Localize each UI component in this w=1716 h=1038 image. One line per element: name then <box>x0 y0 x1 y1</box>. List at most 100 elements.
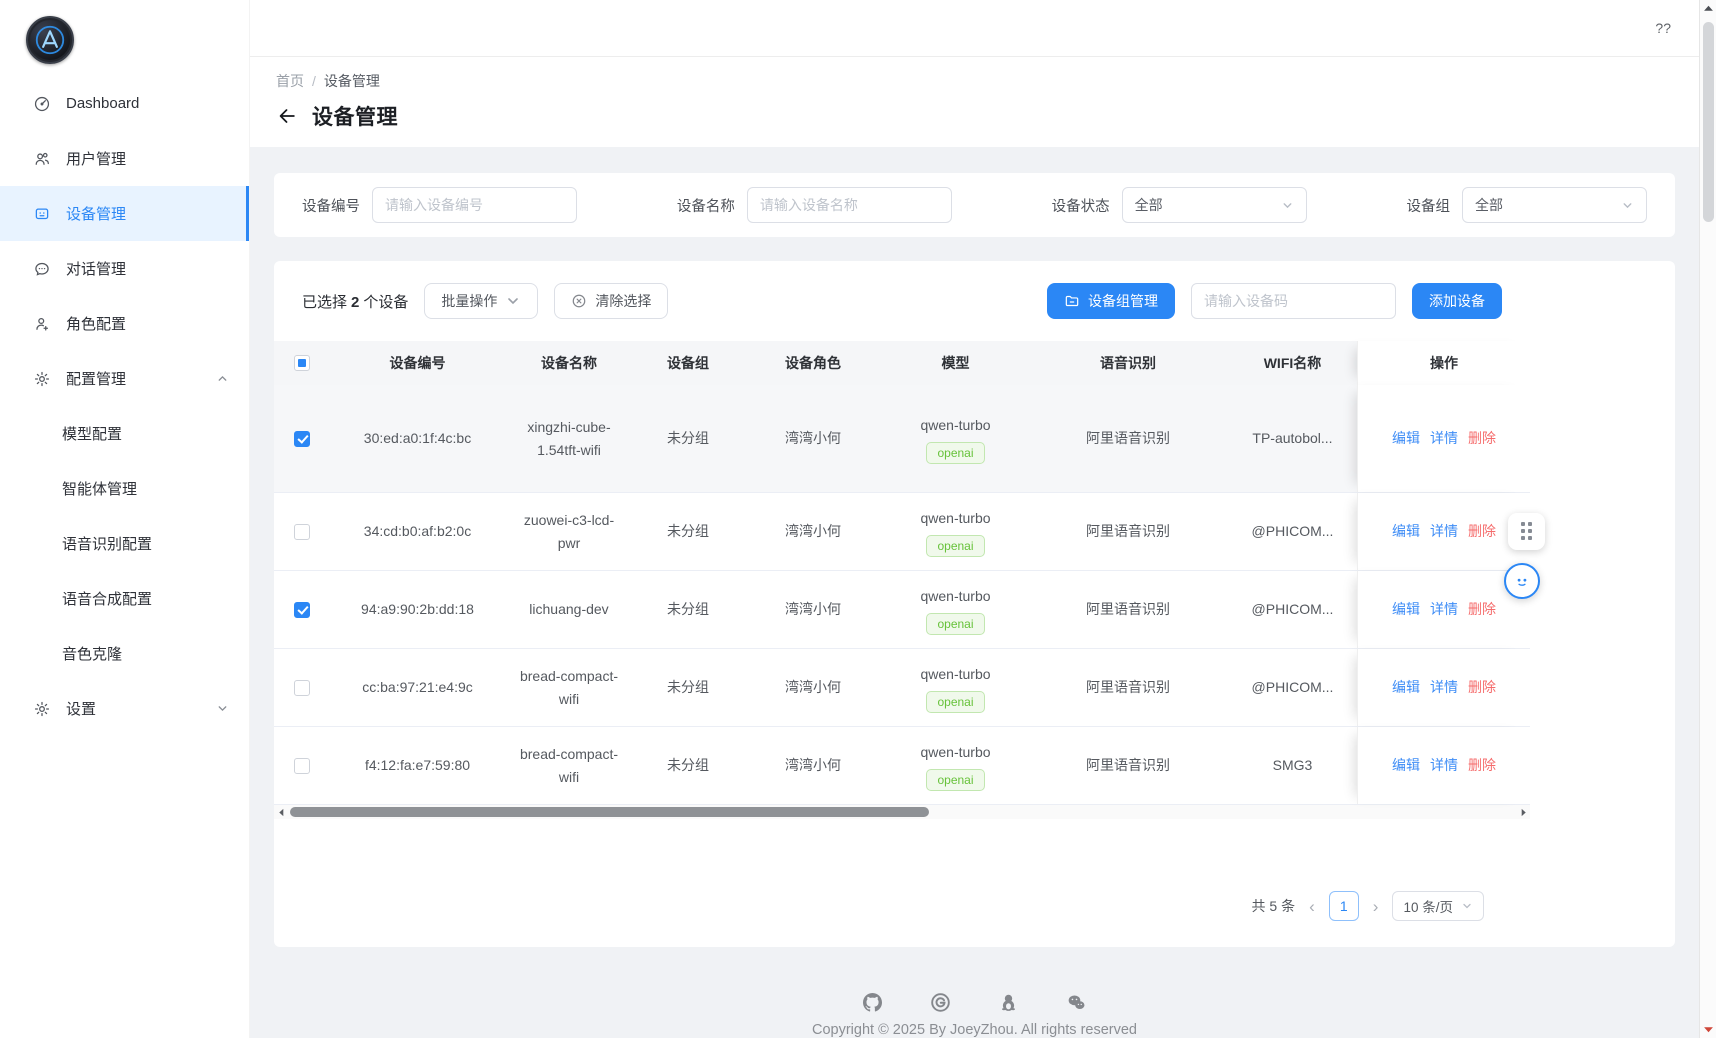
model-provider-tag: openai <box>926 535 984 557</box>
edit-link[interactable]: 编辑 <box>1392 520 1420 543</box>
table-row: 34:cd:b0:af:b2:0c zuowei-c3-lcd-pwr 未分组 … <box>274 493 1530 571</box>
row-checkbox[interactable] <box>294 524 310 540</box>
scroll-down-arrow-icon[interactable] <box>1703 1024 1714 1035</box>
github-icon[interactable] <box>863 993 882 1012</box>
column-header-actions: 操作 <box>1357 341 1530 385</box>
sidebar-item-roles[interactable]: 角色配置 <box>0 296 249 351</box>
page-number-button[interactable]: 1 <box>1329 891 1359 921</box>
next-page-button[interactable]: › <box>1371 898 1381 915</box>
device-code-input[interactable] <box>372 187 577 223</box>
sidebar-item-users[interactable]: 用户管理 <box>0 131 249 186</box>
scroll-up-arrow-icon[interactable] <box>1703 3 1714 14</box>
device-group-cell: 未分组 <box>633 649 743 726</box>
app-logo[interactable] <box>26 16 74 64</box>
add-device-button[interactable]: 添加设备 <box>1412 283 1502 319</box>
back-arrow-icon[interactable] <box>276 105 298 127</box>
wifi-cell: @PHICOM... <box>1228 493 1357 570</box>
filter-label: 设备组 <box>1406 195 1450 216</box>
select-value: 全部 <box>1475 195 1503 215</box>
model-name: qwen-turbo <box>920 585 990 608</box>
chevron-down-icon <box>1461 900 1473 912</box>
gitee-icon[interactable] <box>931 993 950 1012</box>
row-checkbox[interactable] <box>294 431 310 447</box>
asr-cell: 阿里语音识别 <box>1028 649 1228 726</box>
select-all-checkbox[interactable] <box>294 355 310 371</box>
edit-link[interactable]: 编辑 <box>1392 676 1420 699</box>
sidebar-item-config[interactable]: 配置管理 <box>0 351 249 406</box>
scrollbar-thumb[interactable] <box>290 807 929 817</box>
sidebar-item-label: 用户管理 <box>66 148 126 169</box>
delete-link[interactable]: 删除 <box>1468 427 1496 450</box>
toolbar-right: 设备组管理 添加设备 <box>1047 283 1502 319</box>
table-row: cc:ba:97:21:e4:9c bread-compact-wifi 未分组… <box>274 649 1530 727</box>
actions-cell: 编辑 详情 删除 <box>1357 649 1530 726</box>
detail-link[interactable]: 详情 <box>1430 598 1458 621</box>
detail-link[interactable]: 详情 <box>1430 754 1458 777</box>
delete-link[interactable]: 删除 <box>1468 520 1496 543</box>
row-checkbox[interactable] <box>294 680 310 696</box>
device-id-cell: f4:12:fa:e7:59:80 <box>330 727 505 804</box>
row-checkbox[interactable] <box>294 758 310 774</box>
wechat-icon[interactable] <box>1067 993 1086 1012</box>
model-provider-tag: openai <box>926 442 984 464</box>
wifi-cell: SMG3 <box>1228 727 1357 804</box>
scrollbar-track[interactable] <box>288 805 1516 819</box>
sidebar-item-conversations[interactable]: 对话管理 <box>0 241 249 296</box>
device-group-cell: 未分组 <box>633 493 743 570</box>
scroll-right-arrow-icon[interactable] <box>1516 805 1530 819</box>
detail-link[interactable]: 详情 <box>1430 520 1458 543</box>
sidebar-subitem-agent-manage[interactable]: 智能体管理 <box>0 461 249 516</box>
device-role-cell: 湾湾小何 <box>743 727 883 804</box>
device-group-select[interactable]: 全部 <box>1462 187 1647 223</box>
edit-link[interactable]: 编辑 <box>1392 754 1420 777</box>
prev-page-button[interactable]: ‹ <box>1307 898 1317 915</box>
sidebar-subitem-tts-config[interactable]: 语音合成配置 <box>0 571 249 626</box>
chat-icon <box>33 260 51 278</box>
sidebar-subitem-asr-config[interactable]: 语音识别配置 <box>0 516 249 571</box>
column-header: 语音识别 <box>1028 341 1228 385</box>
sidebar-subitem-voice-clone[interactable]: 音色克隆 <box>0 626 249 681</box>
vertical-scrollbar-thumb[interactable] <box>1703 22 1714 222</box>
dashboard-icon <box>33 95 51 113</box>
device-role-cell: 湾湾小何 <box>743 571 883 648</box>
sidebar-item-devices[interactable]: 设备管理 <box>0 186 249 241</box>
device-status-select[interactable]: 全部 <box>1122 187 1307 223</box>
batch-actions-button[interactable]: 批量操作 <box>424 283 538 319</box>
browser-vertical-scrollbar[interactable] <box>1699 0 1716 1038</box>
clear-selection-button[interactable]: 清除选择 <box>554 283 668 319</box>
edit-link[interactable]: 编辑 <box>1392 598 1420 621</box>
model-provider-tag: openai <box>926 613 984 635</box>
delete-link[interactable]: 删除 <box>1468 598 1496 621</box>
asr-cell: 阿里语音识别 <box>1028 727 1228 804</box>
help-button[interactable]: ?? <box>1655 20 1671 36</box>
device-group-manage-label: 设备组管理 <box>1088 291 1158 311</box>
floating-grid-button[interactable] <box>1508 513 1545 550</box>
table-header: 设备编号 设备名称 设备组 设备角色 模型 语音识别 WIFI名称 操作 <box>274 341 1530 385</box>
scroll-left-arrow-icon[interactable] <box>274 805 288 819</box>
qq-icon[interactable] <box>999 993 1018 1012</box>
device-code-add-input[interactable] <box>1191 283 1396 319</box>
delete-link[interactable]: 删除 <box>1468 676 1496 699</box>
sidebar-item-dashboard[interactable]: Dashboard <box>0 76 249 131</box>
edit-link[interactable]: 编辑 <box>1392 427 1420 450</box>
floating-assistant-button[interactable] <box>1504 563 1540 599</box>
detail-link[interactable]: 详情 <box>1430 676 1458 699</box>
device-id-cell: 34:cd:b0:af:b2:0c <box>330 493 505 570</box>
device-group-manage-button[interactable]: 设备组管理 <box>1047 283 1175 319</box>
model-provider-tag: openai <box>926 691 984 713</box>
sidebar-subitem-model-config[interactable]: 模型配置 <box>0 406 249 461</box>
grid-dots-icon <box>1521 522 1533 541</box>
delete-link[interactable]: 删除 <box>1468 754 1496 777</box>
detail-link[interactable]: 详情 <box>1430 427 1458 450</box>
sidebar-item-label: Dashboard <box>66 95 139 112</box>
breadcrumb-home[interactable]: 首页 <box>276 71 304 91</box>
page-size-value: 10 条/页 <box>1403 896 1453 916</box>
table-toolbar: 已选择2个设备 批量操作 清除选择 <box>274 283 1530 319</box>
device-role-cell: 湾湾小何 <box>743 493 883 570</box>
robot-face-icon <box>1512 571 1532 591</box>
row-checkbox[interactable] <box>294 602 310 618</box>
sidebar-item-settings[interactable]: 设置 <box>0 681 249 736</box>
horizontal-scrollbar[interactable] <box>274 805 1530 819</box>
device-name-input[interactable] <box>747 187 952 223</box>
page-size-select[interactable]: 10 条/页 <box>1392 891 1484 921</box>
